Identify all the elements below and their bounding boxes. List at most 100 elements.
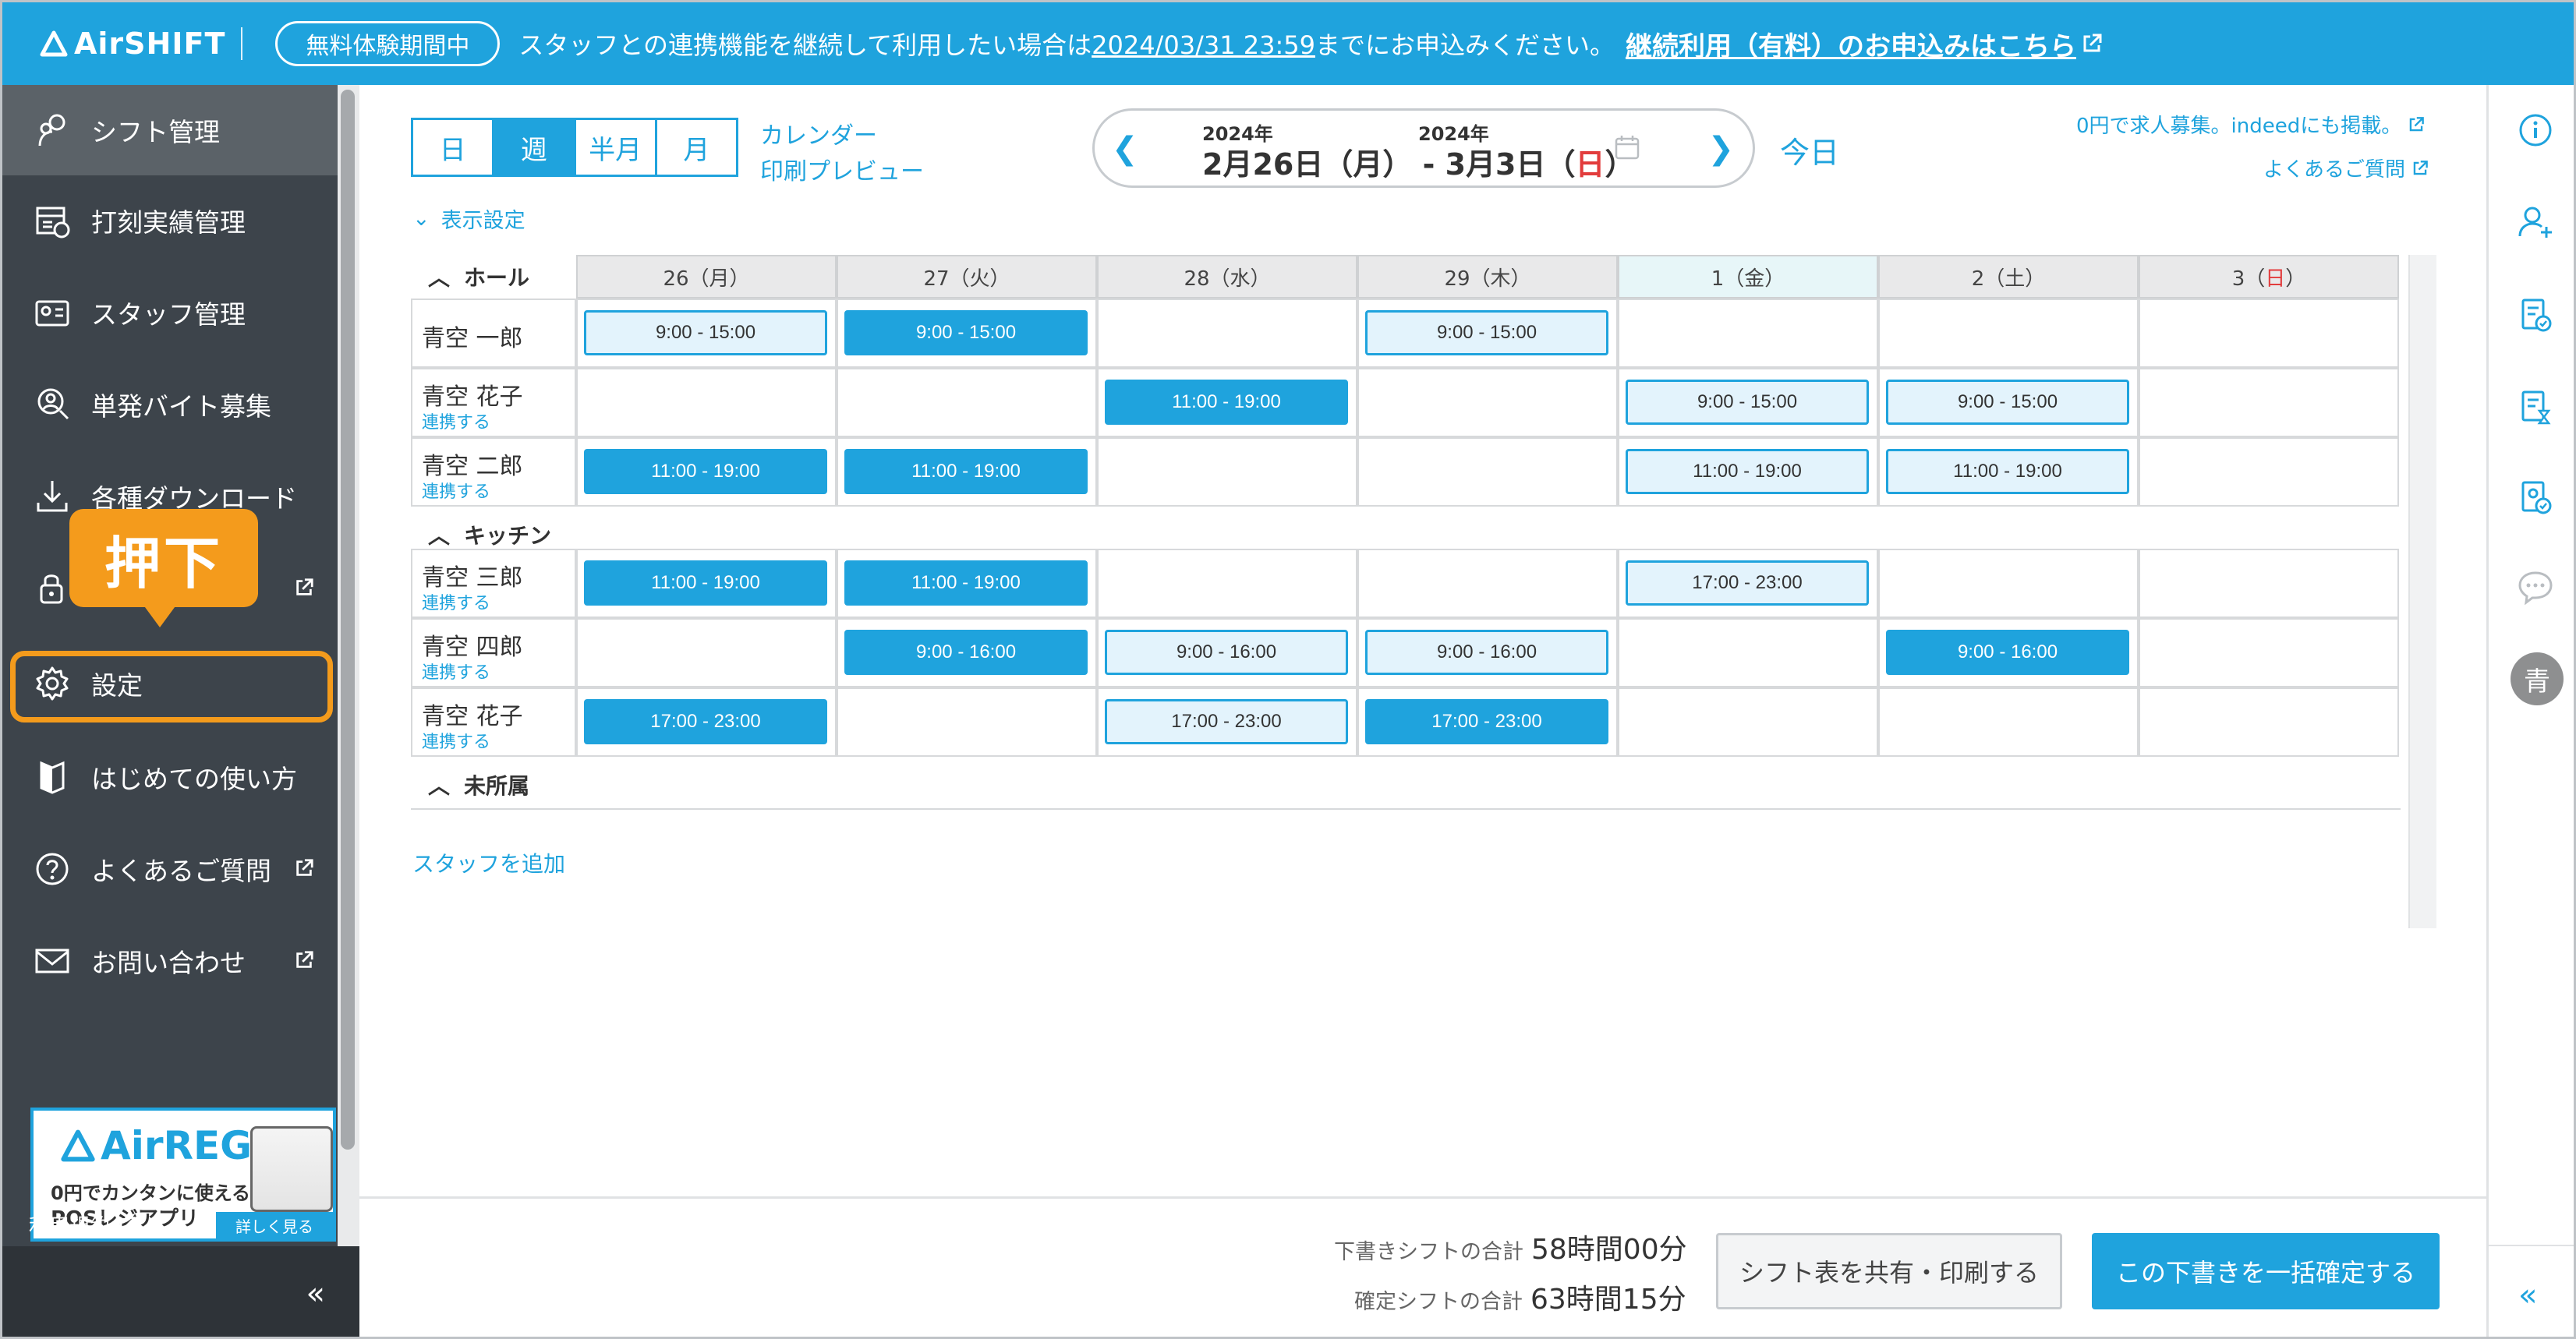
view-tab-month[interactable]: 月	[657, 120, 736, 175]
view-tab-week[interactable]: 週	[494, 120, 576, 175]
confirmed-shift[interactable]: 11:00 - 19:00	[844, 449, 1088, 494]
staff-name-cell: 青空 四郎 連携する	[411, 618, 576, 687]
terms-link[interactable]: 利用規約	[29, 1210, 136, 1239]
day-header: 3（日）	[2139, 255, 2399, 299]
shift-cell[interactable]	[576, 618, 837, 687]
add-staff-link[interactable]: スタッフを追加	[412, 847, 565, 878]
group-divider	[411, 808, 2401, 810]
prev-week-button[interactable]: ❮	[1112, 131, 1138, 167]
shift-cell[interactable]	[1878, 687, 2139, 757]
confirmed-shift[interactable]: 9:00 - 15:00	[844, 310, 1088, 355]
draft-shift[interactable]: 9:00 - 15:00	[1365, 310, 1608, 355]
staff-name: 青空 花子	[422, 383, 523, 411]
pending-request-icon[interactable]	[2515, 387, 2556, 428]
sync-link[interactable]: 連携する	[422, 589, 490, 614]
draft-shift[interactable]: 9:00 - 15:00	[1886, 380, 2129, 425]
download-icon	[30, 475, 74, 518]
confirmed-shift[interactable]: 11:00 - 19:00	[584, 449, 827, 494]
airregi-more-button[interactable]: 詳しく見る	[216, 1212, 333, 1238]
faq-link[interactable]: よくあるご質問	[2263, 154, 2429, 182]
shift-cell[interactable]	[1097, 299, 1357, 368]
draft-shift[interactable]: 17:00 - 23:00	[1626, 560, 1869, 606]
recruit-indeed-link[interactable]: 0円で求人募集。indeedにも掲載。	[2076, 110, 2425, 139]
collapse-rail-button[interactable]: «	[2518, 1277, 2537, 1313]
view-tab-half-month[interactable]: 半月	[576, 120, 657, 175]
shift-cell[interactable]	[1357, 437, 1618, 507]
collapse-sidebar-button[interactable]: «	[2, 1246, 359, 1337]
shift-cell[interactable]	[576, 368, 837, 437]
sync-link[interactable]: 連携する	[422, 408, 490, 433]
share-print-button[interactable]: シフト表を共有・印刷する	[1716, 1233, 2062, 1309]
confirm-all-drafts-button[interactable]: この下書きを一括確定する	[2092, 1233, 2440, 1309]
confirmed-shift[interactable]: 17:00 - 23:00	[584, 699, 827, 744]
confirmed-shift[interactable]: 11:00 - 19:00	[844, 560, 1088, 606]
sidebar-item-faq[interactable]: よくあるご質問	[2, 830, 338, 908]
shift-cell[interactable]	[1878, 549, 2139, 618]
shift-cell[interactable]	[1097, 549, 1357, 618]
shift-cell[interactable]	[1618, 687, 1878, 757]
shift-cell[interactable]	[1357, 549, 1618, 618]
shift-cell[interactable]	[837, 368, 1097, 437]
group-header[interactable]: ︿ 未所属	[411, 763, 529, 807]
display-settings-toggle[interactable]: ⌄ 表示設定	[412, 203, 525, 234]
draft-shift[interactable]: 11:00 - 19:00	[1626, 449, 1869, 494]
continue-subscription-link[interactable]: 継続利用（有料）のお申込みはこちら	[1626, 25, 2103, 63]
calendar-link[interactable]: カレンダー	[760, 116, 877, 150]
airshift-logo[interactable]: AirSHIFT	[40, 26, 225, 61]
print-preview-link[interactable]: 印刷プレビュー	[760, 152, 924, 186]
sidebar-item-contact[interactable]: お問い合わせ	[2, 922, 338, 1000]
draft-shift[interactable]: 17:00 - 23:00	[1105, 699, 1348, 744]
draft-shift[interactable]: 9:00 - 15:00	[1626, 380, 1869, 425]
divider	[241, 27, 243, 60]
chat-icon[interactable]	[2515, 567, 2556, 607]
view-tab-day[interactable]: 日	[413, 120, 495, 175]
confirmed-shift[interactable]: 9:00 - 16:00	[844, 630, 1088, 675]
calendar-icon[interactable]	[1614, 134, 1640, 161]
group-header[interactable]: ︿ ホール	[411, 255, 529, 299]
day-header: 28（水）	[1097, 255, 1357, 299]
sidebar-item-timecard[interactable]: 打刻実績管理	[2, 182, 338, 260]
info-icon[interactable]	[2515, 110, 2556, 150]
display-settings-label: 表示設定	[441, 209, 525, 233]
sync-link[interactable]: 連携する	[422, 478, 490, 503]
confirmed-shift[interactable]: 9:00 - 16:00	[1886, 630, 2129, 675]
shift-cell[interactable]	[1097, 437, 1357, 507]
confirmed-shift[interactable]: 11:00 - 19:00	[584, 560, 827, 606]
shift-cell[interactable]	[837, 687, 1097, 757]
shift-cell[interactable]	[2139, 549, 2399, 618]
trial-badge: 無料体験期間中	[275, 21, 501, 66]
sidebar-item-staff[interactable]: スタッフ管理	[2, 274, 338, 352]
shift-cell[interactable]	[1618, 618, 1878, 687]
draft-shift[interactable]: 9:00 - 16:00	[1365, 630, 1608, 675]
shift-cell[interactable]	[2139, 437, 2399, 507]
approval-check-icon[interactable]	[2515, 478, 2556, 518]
sync-link[interactable]: 連携する	[422, 659, 490, 684]
shift-cell[interactable]	[1618, 299, 1878, 368]
today-button[interactable]: 今日	[1780, 129, 1839, 171]
sidebar-item-shift[interactable]: シフト管理	[2, 91, 338, 169]
sync-link[interactable]: 連携する	[422, 728, 490, 753]
shift-cell[interactable]	[2139, 687, 2399, 757]
shift-request-check-icon[interactable]	[2515, 295, 2556, 336]
shift-cell[interactable]	[1878, 299, 2139, 368]
draft-shift[interactable]: 11:00 - 19:00	[1886, 449, 2129, 494]
shift-cell[interactable]	[2139, 299, 2399, 368]
sidebar-item-guide[interactable]: はじめての使い方	[2, 738, 338, 816]
next-week-button[interactable]: ❯	[1707, 131, 1734, 167]
shift-cell[interactable]	[2139, 618, 2399, 687]
draft-shift[interactable]: 9:00 - 16:00	[1105, 630, 1348, 675]
sidebar-scrollbar-thumb[interactable]	[341, 90, 355, 1150]
grid-scrollbar[interactable]	[2408, 255, 2436, 928]
range-separator: -	[1422, 147, 1435, 182]
group-name: ホール	[464, 265, 530, 291]
sidebar-item-recruit[interactable]: 単発バイト募集	[2, 366, 338, 443]
shift-cell[interactable]	[2139, 368, 2399, 437]
draft-shift[interactable]: 9:00 - 15:00	[584, 310, 827, 355]
confirmed-shift[interactable]: 11:00 - 19:00	[1105, 380, 1348, 425]
external-link-icon	[2410, 116, 2425, 131]
shift-cell[interactable]	[1357, 368, 1618, 437]
add-user-icon[interactable]	[2515, 202, 2556, 242]
draft-total-value: 58時間00分	[1531, 1234, 1687, 1266]
confirmed-shift[interactable]: 17:00 - 23:00	[1365, 699, 1608, 744]
user-avatar[interactable]: 青	[2511, 652, 2564, 705]
